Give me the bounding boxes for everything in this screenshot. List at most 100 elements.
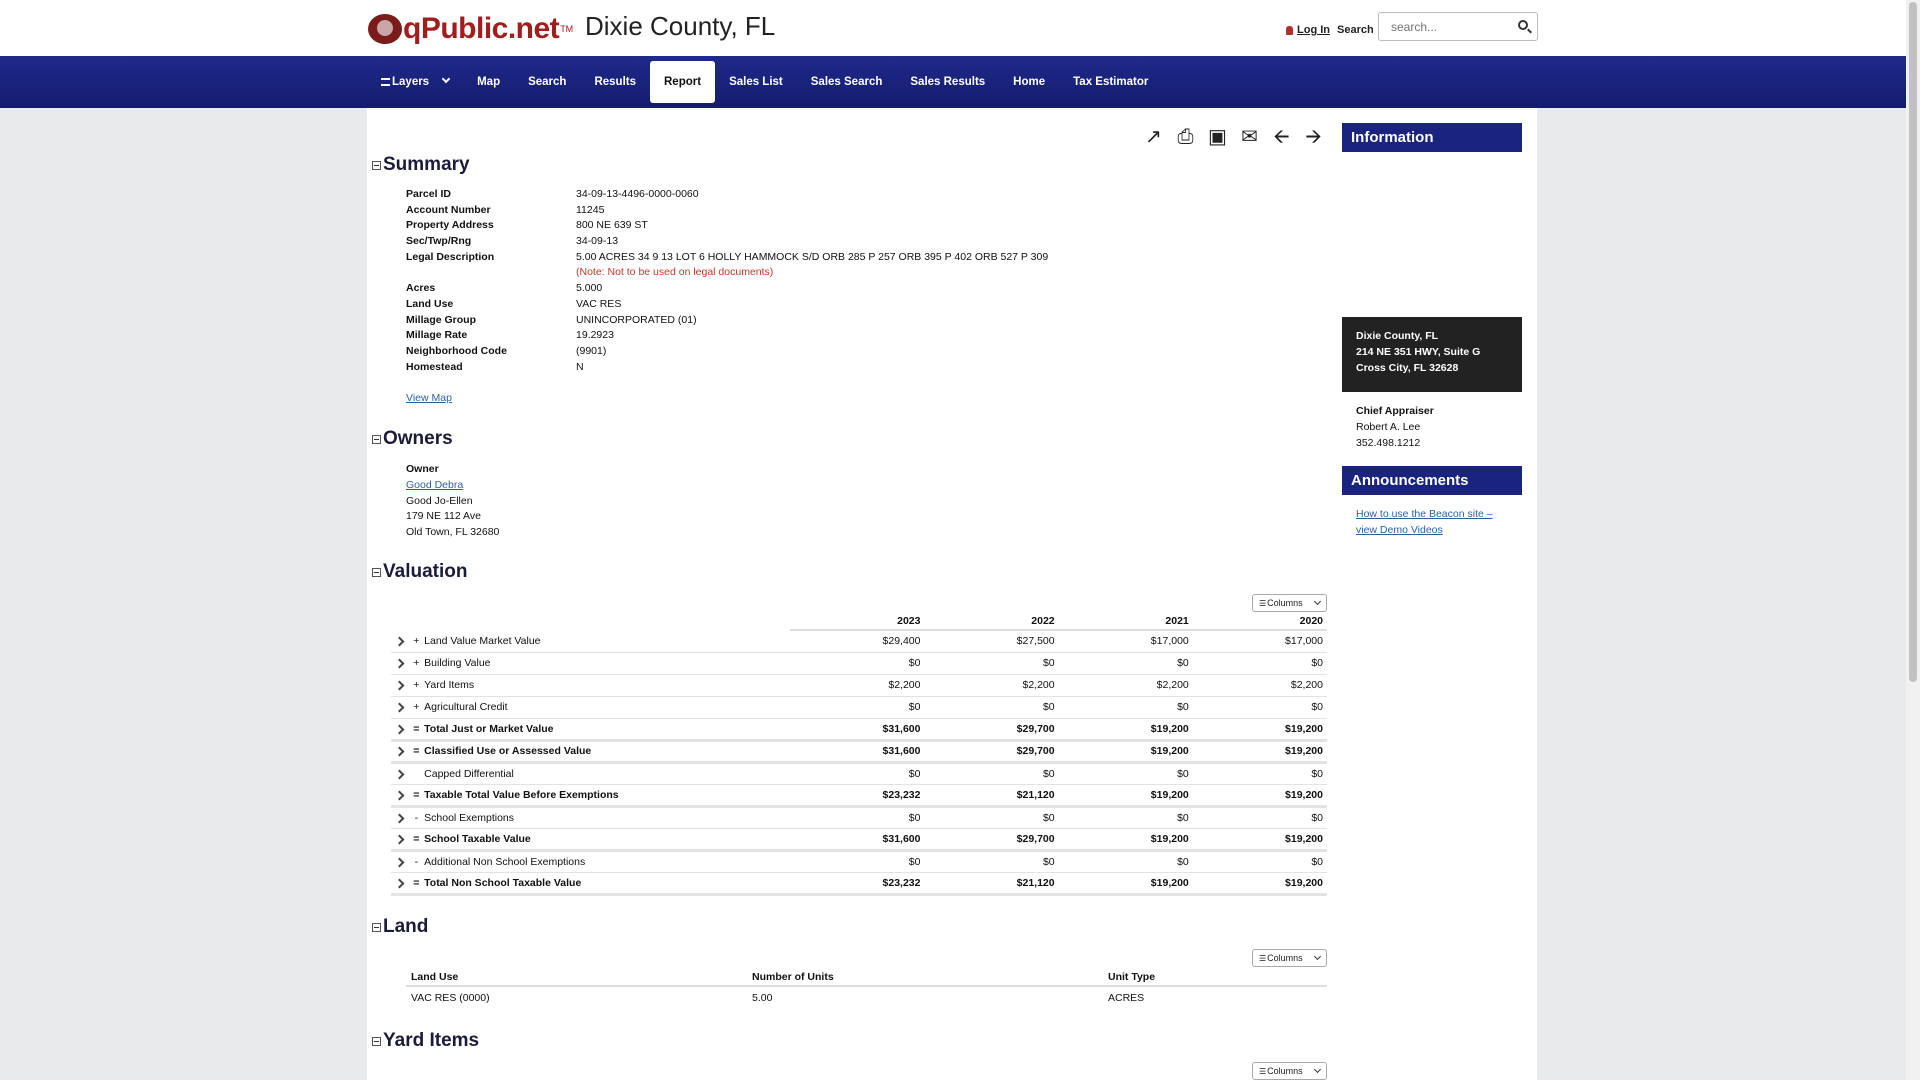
nav-layers[interactable]: Layers bbox=[367, 61, 463, 103]
logo-trademark: TM bbox=[560, 24, 574, 34]
table-row: + Yard Items $2,200 $2,200 $2,200 $2,200 bbox=[391, 674, 1327, 697]
qpublic-logo[interactable]: qPublic.net TM bbox=[368, 12, 573, 46]
nav-sales-search[interactable]: Sales Search bbox=[797, 61, 897, 103]
year-header[interactable]: 2022 bbox=[924, 612, 1059, 631]
nav-home[interactable]: Home bbox=[999, 61, 1059, 103]
print-icon[interactable]: ⎙ bbox=[1174, 126, 1197, 148]
value-label-cell: Land Value Market Value bbox=[424, 630, 791, 653]
summary-row: Sec/Twp/Rng 34-09-13 bbox=[406, 235, 619, 248]
collapse-icon[interactable] bbox=[372, 567, 381, 577]
arrow-left-icon[interactable]: 🡨 bbox=[1270, 126, 1293, 148]
expand-row-icon[interactable] bbox=[391, 850, 409, 873]
view-map-link[interactable]: View Map bbox=[406, 392, 452, 404]
collapse-icon[interactable] bbox=[372, 434, 381, 444]
value-cell: $0 bbox=[1058, 806, 1193, 829]
nav-report[interactable]: Report bbox=[650, 61, 716, 103]
table-row: + Land Value Market Value $29,400 $27,500 $1… bbox=[391, 630, 1327, 653]
value-cell: $31,600 bbox=[790, 740, 925, 764]
login-link[interactable]: Log In bbox=[1297, 24, 1330, 36]
value-cell: $0 bbox=[1192, 850, 1327, 873]
search-icon[interactable] bbox=[1518, 20, 1528, 30]
operator-cell: + bbox=[408, 696, 425, 719]
summary-header[interactable]: Summary bbox=[372, 154, 470, 176]
value-cell: $31,600 bbox=[790, 828, 925, 852]
summary-row: Millage Rate 19.2923 bbox=[406, 329, 614, 342]
user-icon bbox=[1286, 25, 1293, 35]
value-label-cell: Agricultural Credit bbox=[424, 696, 791, 719]
value-cell: $0 bbox=[924, 652, 1059, 675]
page-scrollbar[interactable] bbox=[1906, 0, 1920, 1080]
value-cell: $0 bbox=[924, 850, 1059, 873]
table-row: VAC RES (0000) 5.00 ACRES bbox=[406, 986, 1327, 1008]
summary-row: Acres 5.000 bbox=[406, 282, 603, 295]
value-cell: $31,600 bbox=[790, 718, 925, 742]
image-icon[interactable]: ▣ bbox=[1206, 126, 1229, 148]
nav-map[interactable]: Map bbox=[463, 61, 514, 103]
summary-row: Legal Description 5.00 ACRES 34 9 13 LOT … bbox=[406, 250, 1049, 263]
expand-row-icon[interactable] bbox=[391, 828, 409, 852]
mail-icon[interactable]: ✉ bbox=[1238, 126, 1261, 148]
expand-row-icon[interactable] bbox=[391, 740, 409, 764]
year-header[interactable]: 2023 bbox=[790, 612, 925, 631]
table-row: + Building Value $0 $0 $0 $0 bbox=[391, 652, 1327, 675]
value-cell: $19,200 bbox=[1058, 828, 1193, 852]
report-panel: ↗ ⎙ ▣ ✉ 🡨 🡪 Summary Parcel ID 34-09-13-44… bbox=[367, 108, 1537, 1080]
collapse-icon[interactable] bbox=[372, 1036, 381, 1046]
table-row: = Total Just or Market Value $31,600 $29,70… bbox=[391, 718, 1327, 742]
owners-header[interactable]: Owners bbox=[372, 428, 453, 450]
owner-label: Owner bbox=[406, 463, 439, 475]
nav-results[interactable]: Results bbox=[580, 61, 650, 103]
value-label-cell: School Exemptions bbox=[424, 806, 791, 829]
land-columns-button[interactable]: Columns bbox=[1252, 949, 1327, 967]
value-label-cell: Building Value bbox=[424, 652, 791, 675]
value-cell: $19,200 bbox=[1058, 784, 1193, 808]
unit-type-header[interactable]: Unit Type bbox=[1103, 968, 1327, 987]
value-cell: $0 bbox=[790, 806, 925, 829]
collapse-icon[interactable] bbox=[372, 922, 381, 932]
yard-items-columns-button[interactable]: Columns bbox=[1252, 1062, 1327, 1080]
owner-name-link[interactable]: Good Debra bbox=[406, 479, 463, 491]
expand-row-icon[interactable] bbox=[391, 784, 409, 808]
expand-row-icon[interactable] bbox=[391, 872, 409, 896]
operator-cell bbox=[408, 762, 425, 785]
announcement-link[interactable]: How to use the Beacon site – view Demo V… bbox=[1356, 508, 1493, 536]
expand-row-icon[interactable] bbox=[391, 696, 409, 719]
year-header[interactable]: 2021 bbox=[1058, 612, 1193, 631]
land-header[interactable]: Land bbox=[372, 916, 428, 938]
value-cell: $0 bbox=[1058, 850, 1193, 873]
county-seal-area bbox=[1342, 152, 1522, 317]
expand-row-icon[interactable] bbox=[391, 762, 409, 785]
value-cell: $23,232 bbox=[790, 872, 925, 896]
units-header[interactable]: Number of Units bbox=[747, 968, 1103, 987]
collapse-icon[interactable] bbox=[372, 160, 381, 170]
land-use-header[interactable]: Land Use bbox=[406, 968, 747, 987]
value-cell: $2,200 bbox=[1192, 674, 1327, 697]
county-title: Dixie County, FL bbox=[585, 11, 776, 41]
nav-sales-list[interactable]: Sales List bbox=[715, 61, 797, 103]
valuation-header[interactable]: Valuation bbox=[372, 561, 467, 583]
nav-tax-estimator[interactable]: Tax Estimator bbox=[1059, 61, 1162, 103]
value-cell: $0 bbox=[790, 652, 925, 675]
expand-row-icon[interactable] bbox=[391, 652, 409, 675]
valuation-columns-button[interactable]: Columns bbox=[1252, 594, 1327, 612]
yard-items-header[interactable]: Yard Items bbox=[372, 1030, 479, 1052]
year-header[interactable]: 2020 bbox=[1192, 612, 1327, 631]
value-cell: $0 bbox=[924, 806, 1059, 829]
value-cell: $19,200 bbox=[1058, 718, 1193, 742]
expand-row-icon[interactable] bbox=[391, 806, 409, 829]
owner-line: Good Jo-Ellen bbox=[406, 494, 473, 507]
expand-row-icon[interactable] bbox=[391, 630, 409, 653]
nav-search[interactable]: Search bbox=[514, 61, 580, 103]
announcements-heading: Announcements bbox=[1342, 466, 1522, 496]
search-input[interactable] bbox=[1379, 13, 1509, 40]
value-cell: $27,500 bbox=[924, 630, 1059, 653]
value-cell: $21,120 bbox=[924, 872, 1059, 896]
units-cell: 5.00 bbox=[752, 991, 773, 1004]
expand-row-icon[interactable] bbox=[391, 718, 409, 742]
information-heading: Information bbox=[1342, 123, 1522, 152]
scrollbar-thumb[interactable] bbox=[1909, 2, 1917, 682]
arrow-right-icon[interactable]: 🡪 bbox=[1302, 126, 1325, 148]
share-icon[interactable]: ↗ bbox=[1142, 126, 1165, 148]
nav-sales-results[interactable]: Sales Results bbox=[896, 61, 999, 103]
expand-row-icon[interactable] bbox=[391, 674, 409, 697]
